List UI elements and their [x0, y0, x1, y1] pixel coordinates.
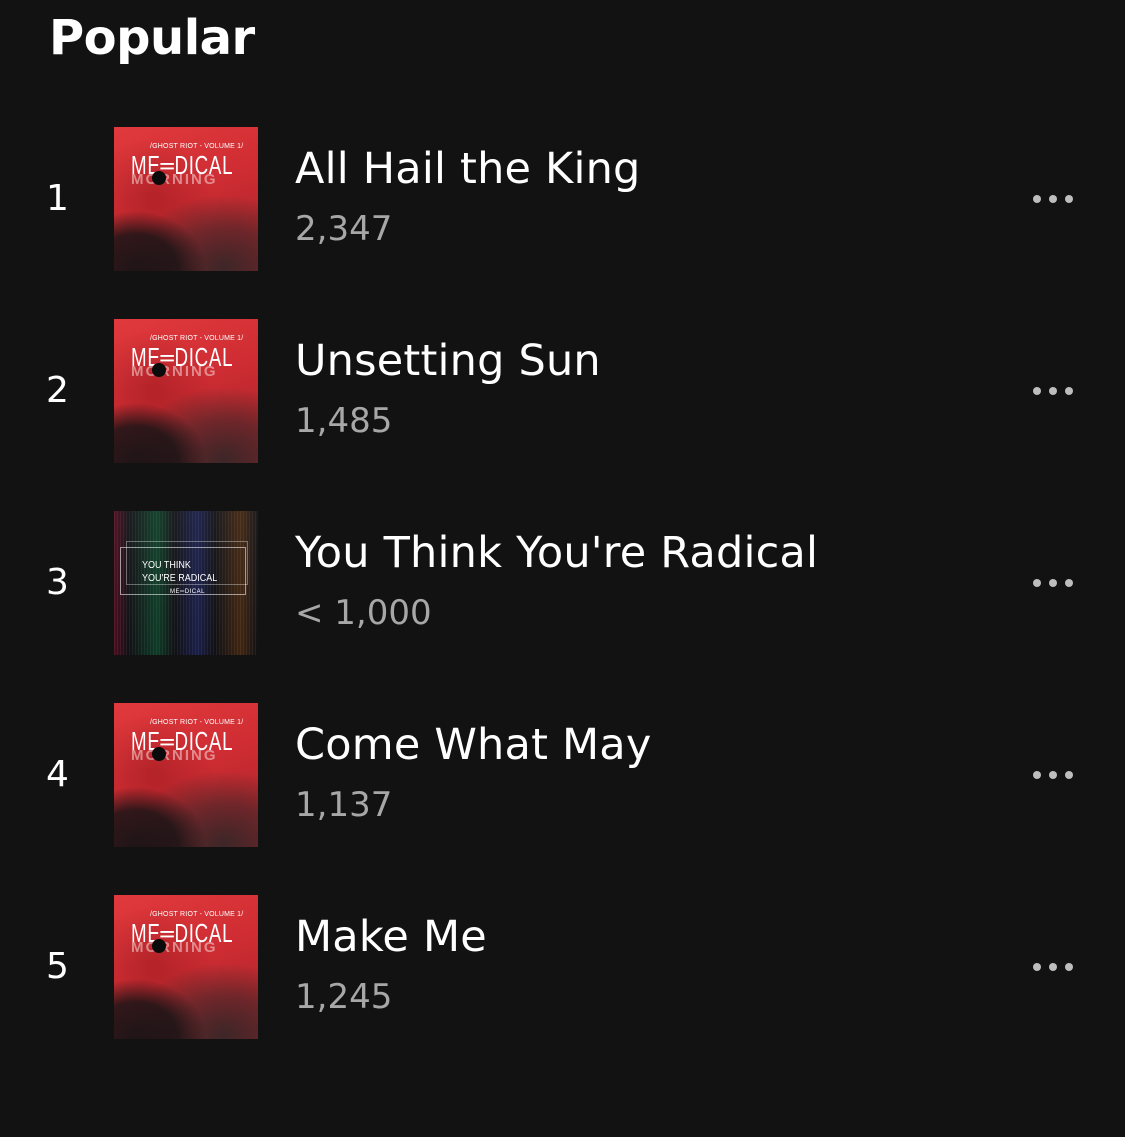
- track-play-count: < 1,000: [295, 593, 432, 633]
- track-play-count: 1,245: [295, 977, 393, 1017]
- track-title[interactable]: All Hail the King: [295, 141, 641, 197]
- more-options-button[interactable]: [1020, 561, 1086, 605]
- more-horizontal-icon: [1065, 387, 1073, 395]
- cover-band-top: ME═DICAL: [131, 342, 234, 372]
- track-rank: 4: [46, 754, 69, 795]
- more-options-button[interactable]: [1020, 753, 1086, 797]
- cover-subtitle: /GHOST RIOT - VOLUME 1/: [150, 911, 244, 918]
- more-options-button[interactable]: [1020, 945, 1086, 989]
- more-horizontal-icon: [1033, 963, 1041, 971]
- track-row[interactable]: 2 /GHOST RIOT - VOLUME 1/ MORNING ME═DIC…: [0, 319, 1125, 463]
- track-play-count: 1,137: [295, 785, 393, 825]
- cover-subtitle: /GHOST RIOT - VOLUME 1/: [150, 719, 244, 726]
- more-horizontal-icon: [1065, 771, 1073, 779]
- more-horizontal-icon: [1033, 579, 1041, 587]
- more-horizontal-icon: [1033, 771, 1041, 779]
- more-horizontal-icon: [1033, 387, 1041, 395]
- more-horizontal-icon: [1049, 963, 1057, 971]
- track-title[interactable]: Unsetting Sun: [295, 333, 601, 389]
- album-cover[interactable]: /GHOST RIOT - VOLUME 1/ MORNING ME═DICAL: [114, 703, 258, 847]
- cover-subtitle: /GHOST RIOT - VOLUME 1/: [150, 143, 244, 150]
- more-horizontal-icon: [1033, 195, 1041, 203]
- more-horizontal-icon: [1065, 579, 1073, 587]
- cover-subtitle: /GHOST RIOT - VOLUME 1/: [150, 335, 244, 342]
- cover-band-top: ME═DICAL: [131, 150, 234, 180]
- more-options-button[interactable]: [1020, 177, 1086, 221]
- track-rank: 5: [46, 946, 69, 987]
- track-rank: 2: [46, 370, 69, 411]
- track-row[interactable]: 1 /GHOST RIOT - VOLUME 1/ MORNING ME═DIC…: [0, 127, 1125, 271]
- track-play-count: 2,347: [295, 209, 393, 249]
- album-cover[interactable]: /GHOST RIOT - VOLUME 1/ MORNING ME═DICAL: [114, 319, 258, 463]
- cover-band-top: ME═DICAL: [131, 726, 234, 756]
- track-title[interactable]: Come What May: [295, 717, 652, 773]
- track-rank: 3: [46, 562, 69, 603]
- track-play-count: 1,485: [295, 401, 393, 441]
- cover-dot-graphic: [152, 939, 166, 953]
- track-row[interactable]: 4 /GHOST RIOT - VOLUME 1/ MORNING ME═DIC…: [0, 703, 1125, 847]
- track-row[interactable]: 3 YOU THINK YOU'RE RADICAL ME═DICAL You …: [0, 511, 1125, 655]
- cover-title-text: YOU THINK YOU'RE RADICAL: [142, 560, 218, 584]
- cover-dot-graphic: [152, 747, 166, 761]
- more-horizontal-icon: [1049, 195, 1057, 203]
- cover-band-mini: ME═DICAL: [170, 589, 205, 595]
- cover-band-top: ME═DICAL: [131, 918, 234, 948]
- more-horizontal-icon: [1065, 963, 1073, 971]
- more-horizontal-icon: [1065, 195, 1073, 203]
- cover-dot-graphic: [152, 171, 166, 185]
- album-cover[interactable]: /GHOST RIOT - VOLUME 1/ MORNING ME═DICAL: [114, 895, 258, 1039]
- track-row[interactable]: 5 /GHOST RIOT - VOLUME 1/ MORNING ME═DIC…: [0, 895, 1125, 1039]
- more-options-button[interactable]: [1020, 369, 1086, 413]
- track-title[interactable]: Make Me: [295, 909, 487, 965]
- track-rank: 1: [46, 178, 69, 219]
- track-title[interactable]: You Think You're Radical: [295, 525, 818, 581]
- album-cover[interactable]: YOU THINK YOU'RE RADICAL ME═DICAL: [114, 511, 258, 655]
- cover-dot-graphic: [152, 363, 166, 377]
- more-horizontal-icon: [1049, 771, 1057, 779]
- more-horizontal-icon: [1049, 387, 1057, 395]
- section-title: Popular: [49, 10, 255, 66]
- album-cover[interactable]: /GHOST RIOT - VOLUME 1/ MORNING ME═DICAL: [114, 127, 258, 271]
- more-horizontal-icon: [1049, 579, 1057, 587]
